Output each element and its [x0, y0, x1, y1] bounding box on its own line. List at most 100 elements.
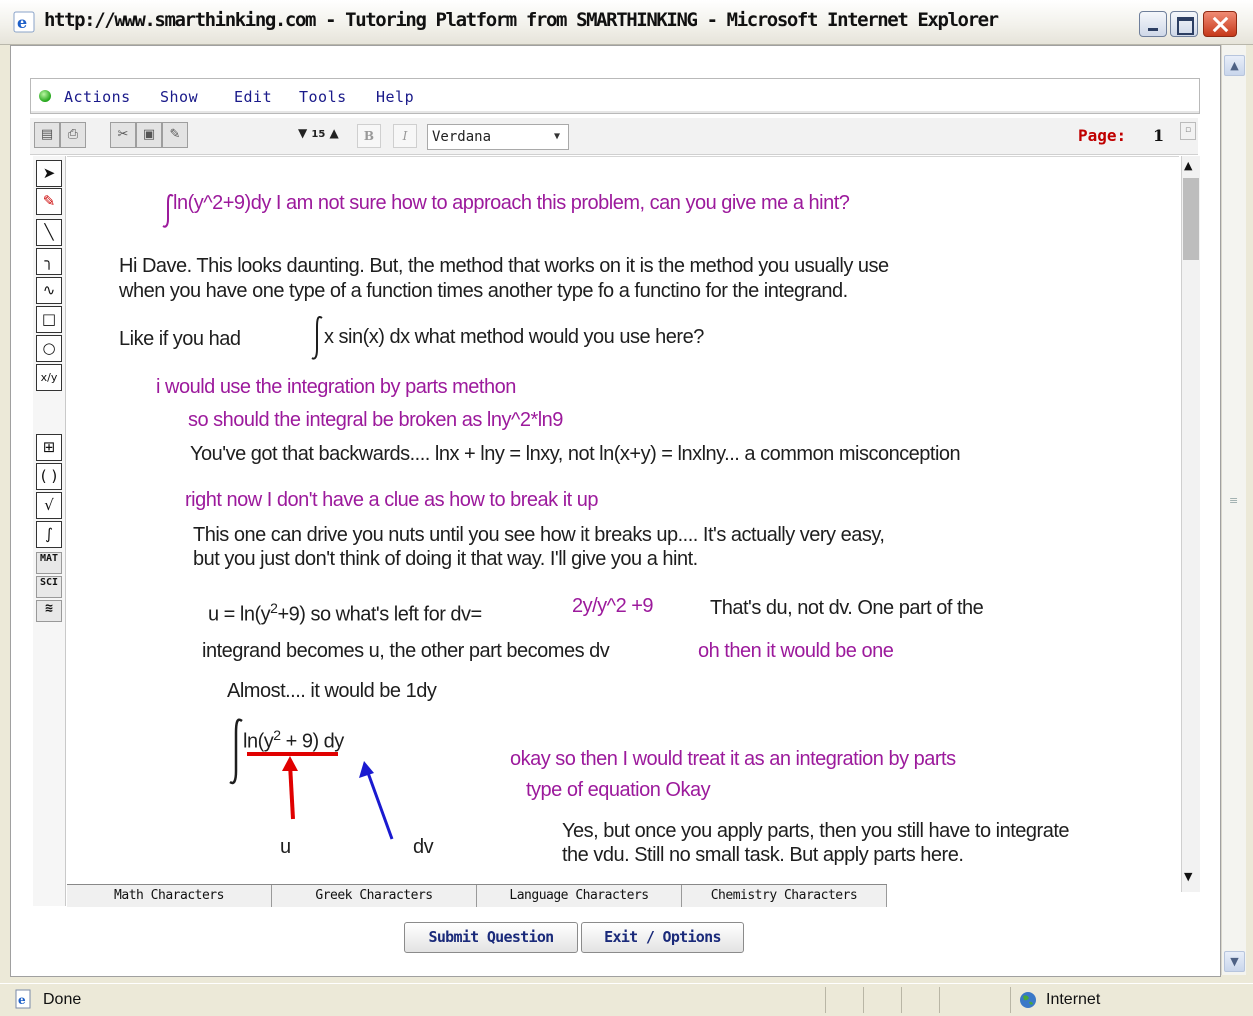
menu-help[interactable]: Help	[376, 88, 414, 106]
window-title-bar: e http://www.smarthinking.com - Tutoring…	[0, 0, 1253, 45]
font-size-value: 15	[311, 129, 326, 140]
status-text: Done	[43, 991, 82, 1008]
clear-brush-icon[interactable]: ✎	[162, 122, 188, 148]
minimize-button[interactable]	[1139, 11, 1167, 37]
font-size-stepper[interactable]: ▼ 15 ▲	[298, 126, 339, 140]
maximize-button[interactable]	[1170, 11, 1198, 37]
page-number: 1	[1153, 126, 1165, 145]
student-text-2: so should the integral be broken as lny^…	[188, 409, 563, 431]
close-button[interactable]	[1203, 11, 1237, 37]
scroll-grip-icon: ≡	[1229, 494, 1239, 507]
student-text-7: type of equation Okay	[526, 779, 711, 801]
label-dv: dv	[413, 836, 434, 858]
integral-tool-icon[interactable]: ∫	[36, 521, 62, 548]
tutor-text-9: That's du, not dv. One part of the	[710, 597, 984, 619]
dv-arrow-head	[359, 761, 374, 778]
browser-scrollbar[interactable]: ▲ ≡ ▼	[1221, 45, 1246, 975]
internet-zone-globe-icon	[1020, 992, 1036, 1008]
tutor-text-8: u = ln(y2+9) so what's left for dv=	[208, 596, 482, 627]
tutor-text-5: You've got that backwards.... lnx + lny …	[190, 443, 961, 465]
drawing-toolbox: ➤ ✎ ╲ ╮ ∿ □ ○ x/y ⊞ ( ) √ ∫ MAT SCI ≋	[33, 156, 66, 906]
page-menu-icon[interactable]: ▫	[1180, 122, 1196, 140]
scroll-thumb[interactable]	[1183, 178, 1199, 260]
math-symbols-button[interactable]: MAT	[36, 552, 62, 574]
chevron-down-icon: ▼	[553, 131, 561, 142]
menu-actions[interactable]: Actions	[64, 88, 131, 106]
status-divider	[1010, 987, 1011, 1013]
parentheses-tool-icon[interactable]: ( )	[36, 463, 62, 490]
formula-exponent: 2	[273, 727, 281, 743]
font-select[interactable]: Verdana ▼	[427, 124, 569, 150]
tutor-text-6: This one can drive you nuts until you se…	[193, 524, 885, 546]
new-page-icon[interactable]: ▤	[34, 122, 60, 148]
page-done-icon: e	[15, 989, 31, 1009]
character-tabs: Math Characters Greek Characters Languag…	[67, 884, 887, 907]
integral-sign-icon	[311, 316, 323, 360]
applet-menu-bar: Actions Show Edit Tools Help	[30, 78, 1200, 114]
square-root-tool-icon[interactable]: √	[36, 492, 62, 519]
tab-math-characters[interactable]: Math Characters	[67, 885, 272, 907]
student-text-5: oh then it would be one	[698, 640, 894, 662]
student-question: ln(y^2+9)dy I am not sure how to approac…	[173, 192, 850, 214]
u-formula-rest: +9) so what's left for dv=	[277, 603, 482, 626]
u-dv-annotation-arrows	[247, 752, 394, 840]
science-symbols-button[interactable]: SCI	[36, 576, 62, 598]
italic-button[interactable]: I	[393, 124, 417, 148]
rectangle-tool-icon[interactable]: □	[36, 306, 62, 333]
tutor-text-10: integrand becomes u, the other part beco…	[202, 640, 610, 662]
internet-zone-label: Internet	[1046, 991, 1101, 1008]
submit-question-button[interactable]: Submit Question	[404, 922, 578, 953]
curve-tool-icon[interactable]: ╮	[36, 248, 62, 275]
scroll-down-arrow-icon[interactable]: ▼	[1184, 870, 1192, 883]
menu-edit[interactable]: Edit	[234, 88, 272, 106]
select-arrow-icon[interactable]: ➤	[36, 160, 62, 187]
whiteboard-scrollbar[interactable]: ▲ ▼	[1181, 156, 1200, 892]
page-label: Page:	[1078, 126, 1127, 145]
scroll-up-arrow-icon[interactable]: ▲	[1184, 159, 1192, 172]
bold-button[interactable]: B	[357, 124, 381, 148]
ellipse-tool-icon[interactable]: ○	[36, 335, 62, 362]
table-tool-icon[interactable]: ⊞	[36, 434, 62, 461]
status-divider	[901, 987, 902, 1013]
format-toolbar: ▤ ⎙ ✂ ▣ ✎ ▼ 15 ▲ B I Verdana ▼ Page: 1 ▫	[30, 118, 1198, 155]
label-u: u	[280, 836, 291, 858]
menu-show[interactable]: Show	[160, 88, 198, 106]
window-title: http://www.smarthinking.com - Tutoring P…	[44, 9, 999, 31]
u-arrow-shaft	[288, 763, 295, 820]
tutor-text-11: Almost.... it would be 1dy	[227, 680, 437, 702]
layers-icon[interactable]: ≋	[36, 600, 62, 622]
ie-logo-icon: e	[13, 11, 35, 33]
pen-tool-icon[interactable]: ✎	[36, 188, 62, 215]
tutoring-applet: Actions Show Edit Tools Help ▤ ⎙ ✂ ▣ ✎ ▼…	[30, 78, 1200, 910]
dv-arrow-shaft	[365, 769, 394, 840]
tab-chemistry-characters[interactable]: Chemistry Characters	[682, 885, 887, 907]
paste-icon[interactable]: ▣	[136, 122, 162, 148]
student-text-6: okay so then I would treat it as an inte…	[510, 748, 956, 770]
u-arrow-head	[282, 756, 298, 771]
whiteboard-canvas[interactable]: ln(y^2+9)dy I am not sure how to approac…	[67, 156, 1179, 885]
fraction-tool-icon[interactable]: x/y	[36, 364, 62, 391]
tutor-text-2: when you have one type of a function tim…	[119, 280, 848, 302]
tab-language-characters[interactable]: Language Characters	[477, 885, 682, 907]
scroll-up-arrow-icon[interactable]: ▲	[1224, 55, 1245, 76]
status-divider	[863, 987, 864, 1013]
cut-icon[interactable]: ✂	[110, 122, 136, 148]
tab-greek-characters[interactable]: Greek Characters	[272, 885, 477, 907]
print-icon[interactable]: ⎙	[60, 122, 86, 148]
tutor-text-7: but you just don't think of doing it tha…	[193, 548, 698, 570]
tutor-text-13: the vdu. Still no small task. But apply …	[562, 844, 964, 866]
tutor-text-12: Yes, but once you apply parts, then you …	[562, 820, 1070, 842]
freehand-tool-icon[interactable]: ∿	[36, 277, 62, 304]
scroll-down-arrow-icon[interactable]: ▼	[1224, 951, 1245, 972]
status-dot-icon	[39, 90, 51, 102]
student-text-3: right now I don't have a clue as how to …	[185, 489, 599, 511]
student-text-4: 2y/y^2 +9	[572, 595, 654, 617]
menu-tools[interactable]: Tools	[299, 88, 347, 106]
status-bar: e Done Internet	[0, 983, 1253, 1016]
tutor-text-3: Like if you had	[119, 328, 241, 350]
student-text-1: i would use the integration by parts met…	[156, 376, 516, 398]
exit-options-button[interactable]: Exit / Options	[581, 922, 744, 953]
status-divider	[825, 987, 826, 1013]
tutor-text-1: Hi Dave. This looks daunting. But, the m…	[119, 255, 889, 277]
line-tool-icon[interactable]: ╲	[36, 219, 62, 246]
